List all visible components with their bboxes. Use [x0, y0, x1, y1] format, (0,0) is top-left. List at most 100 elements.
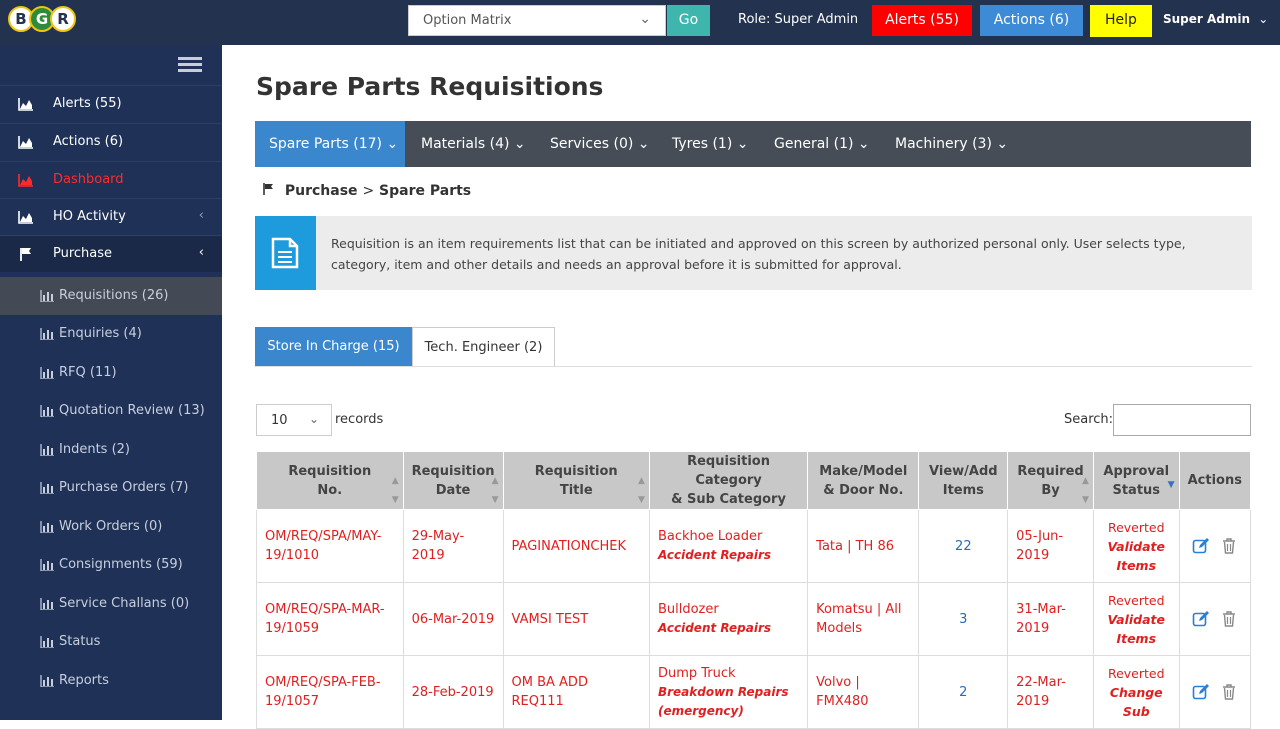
category-text: Backhoe Loader: [657, 529, 763, 544]
column-header-requisition-title[interactable]: Requisition Title ▲ ▼: [502, 451, 650, 510]
tab-tyres[interactable]: Tyres (1) ⌄: [672, 121, 748, 167]
role-label: Role: Super Admin: [738, 12, 859, 27]
breadcrumb-parent[interactable]: Purchase: [285, 183, 358, 199]
tab-services[interactable]: Services (0) ⌄: [550, 121, 650, 167]
column-header-category[interactable]: Requisition Category & Sub Category: [648, 451, 809, 510]
column-header-items[interactable]: View/Add Items: [918, 451, 1009, 510]
column-header-required-by[interactable]: Required By ▲ ▼: [1007, 451, 1094, 510]
bar-chart-icon: [40, 328, 54, 340]
sidebar-subitem-label: Indents (2): [59, 442, 130, 457]
go-button[interactable]: Go: [667, 5, 710, 36]
sidebar-item-label: HO Activity: [53, 209, 126, 224]
chevron-down-icon: ⌄: [308, 412, 319, 426]
header-text: Approval: [1103, 463, 1170, 479]
status-text: Reverted: [1107, 592, 1165, 608]
sidebar-subitem-quotation-review[interactable]: Quotation Review (13): [0, 392, 222, 430]
sidebar-item-label: Actions (6): [53, 134, 124, 149]
hamburger-menu-icon[interactable]: [178, 57, 202, 75]
matrix-select[interactable]: Option Matrix ⌄: [408, 5, 666, 36]
requisition-title[interactable]: PAGINATIONCHEK: [502, 509, 650, 583]
sidebar-subitem-label: Work Orders (0): [59, 519, 163, 534]
tab-spare-parts[interactable]: Spare Parts (17) ⌄: [255, 121, 405, 167]
table-row: OM/REQ/SPA/MAY- 19/1010 29-May- 2019 PAGIN…: [256, 509, 1252, 583]
sidebar-item-actions[interactable]: Actions (6): [0, 123, 222, 160]
edit-icon[interactable]: [1192, 537, 1210, 555]
status-detail: Change: [1109, 684, 1163, 700]
column-header-approval-status[interactable]: Approval Status ▼: [1092, 451, 1180, 510]
requisition-title[interactable]: VAMSI TEST: [502, 582, 650, 656]
trash-icon[interactable]: [1220, 683, 1238, 701]
sidebar-subitem-requisitions[interactable]: Requisitions (26): [0, 277, 222, 315]
sidebar-subitem-indents[interactable]: Indents (2): [0, 431, 222, 469]
sidebar-subitem-label: Quotation Review (13): [59, 403, 205, 418]
tab-label: Machinery (3): [895, 136, 992, 152]
tab-label: Spare Parts (17): [269, 136, 382, 152]
header-text: View/Add: [929, 463, 998, 479]
sidebar-item-alerts[interactable]: Alerts (55): [0, 85, 222, 122]
sidebar-subitem-reports[interactable]: Reports: [0, 662, 222, 700]
cell-text: 05-Jun-: [1016, 529, 1064, 544]
trash-icon[interactable]: [1220, 610, 1238, 628]
sidebar-subitem-service-challans[interactable]: Service Challans (0): [0, 585, 222, 623]
document-icon: [255, 216, 316, 290]
sort-icon: ▲ ▼: [638, 476, 645, 505]
search-label: Search:: [1064, 412, 1114, 427]
sidebar-subitem-work-orders[interactable]: Work Orders (0): [0, 508, 222, 546]
alerts-button[interactable]: Alerts (55): [872, 5, 972, 36]
requisition-date: 28-Feb-2019: [402, 655, 504, 729]
subcategory-text: Accident Repairs: [657, 621, 772, 635]
sidebar-subitem-rfq[interactable]: RFQ (11): [0, 354, 222, 392]
column-header-make-model[interactable]: Make/Model & Door No.: [807, 451, 920, 510]
make-model: Volvo | FMX480: [807, 655, 920, 729]
tab-label: General (1): [774, 136, 854, 152]
requisition-title[interactable]: OM BA ADD REQ111: [502, 655, 650, 729]
search-input[interactable]: [1113, 404, 1251, 436]
cell-text: 19/1059: [265, 621, 320, 636]
trash-icon[interactable]: [1220, 537, 1238, 555]
header-text: No.: [317, 482, 343, 498]
info-text: Requisition is an item requirements list…: [331, 236, 1186, 272]
sidebar-subitem-consignments[interactable]: Consignments (59): [0, 546, 222, 584]
required-by: 31-Mar- 2019: [1007, 582, 1094, 656]
tab-materials[interactable]: Materials (4) ⌄: [421, 121, 526, 167]
sidebar-item-dashboard[interactable]: Dashboard: [0, 161, 222, 198]
items-link[interactable]: 3: [959, 612, 967, 627]
sidebar-item-ho-activity[interactable]: HO Activity ‹: [0, 198, 222, 235]
required-by: 05-Jun- 2019: [1007, 509, 1094, 583]
tab-machinery[interactable]: Machinery (3) ⌄: [895, 121, 1008, 167]
subcategory-text: (emergency): [657, 703, 744, 718]
column-header-requisition-date[interactable]: Requisition Date ▲ ▼: [402, 451, 504, 510]
records-per-page-select[interactable]: 10 ⌄: [256, 404, 332, 436]
items-count[interactable]: 2: [918, 655, 1009, 729]
tab-general[interactable]: General (1) ⌄: [774, 121, 870, 167]
chevron-left-icon: ‹: [198, 208, 204, 223]
tab-tech-engineer[interactable]: Tech. Engineer (2): [412, 327, 555, 367]
requisition-no[interactable]: OM/REQ/SPA-FEB- 19/1057: [256, 655, 404, 729]
edit-icon[interactable]: [1192, 610, 1210, 628]
requisition-no[interactable]: OM/REQ/SPA-MAR- 19/1059: [256, 582, 404, 656]
sidebar-item-purchase[interactable]: Purchase ‹: [0, 235, 222, 272]
header-text: Required: [1017, 463, 1084, 479]
info-box: Requisition is an item requirements list…: [255, 216, 1252, 290]
edit-icon[interactable]: [1192, 683, 1210, 701]
items-link[interactable]: 22: [955, 539, 972, 554]
sidebar-subitem-status[interactable]: Status: [0, 623, 222, 661]
requisition-date: 29-May- 2019: [402, 509, 504, 583]
chevron-down-icon: ⌄: [996, 136, 1009, 152]
help-button[interactable]: Help: [1090, 5, 1152, 37]
items-count[interactable]: 3: [918, 582, 1009, 656]
requisition-no[interactable]: OM/REQ/SPA/MAY- 19/1010: [256, 509, 404, 583]
user-menu[interactable]: Super Admin ⌄: [1163, 12, 1268, 26]
column-header-requisition-no[interactable]: Requisition No. ▲ ▼: [256, 451, 404, 510]
actions-button[interactable]: Actions (6): [980, 5, 1083, 36]
sidebar-subitem-enquiries[interactable]: Enquiries (4): [0, 315, 222, 353]
make-model: Tata | TH 86: [807, 509, 920, 583]
requisition-category: Bulldozer Accident Repairs: [648, 582, 809, 656]
items-count[interactable]: 22: [918, 509, 1009, 583]
bar-chart-icon: [40, 444, 54, 456]
items-link[interactable]: 2: [959, 685, 967, 700]
tab-store-in-charge[interactable]: Store In Charge (15): [255, 327, 412, 367]
bgr-logo[interactable]: B G R: [8, 4, 76, 36]
cell-text: OM/REQ/SPA-MAR-: [265, 602, 385, 617]
sidebar-subitem-purchase-orders[interactable]: Purchase Orders (7): [0, 469, 222, 507]
